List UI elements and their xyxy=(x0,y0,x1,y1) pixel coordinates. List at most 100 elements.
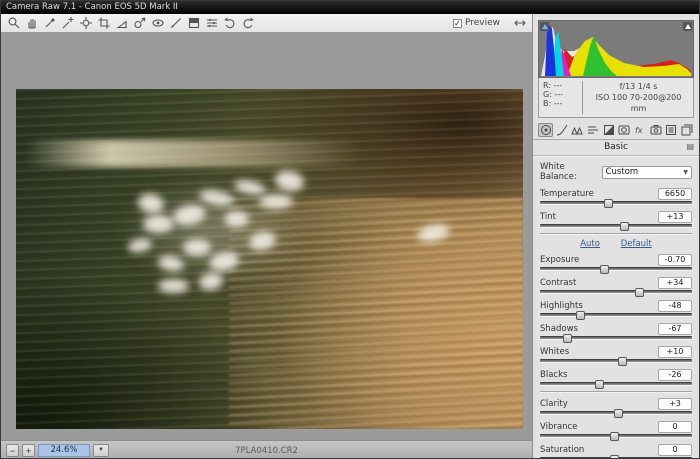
tab-snapshots[interactable] xyxy=(679,123,694,137)
clarity-value[interactable]: +3 xyxy=(658,398,692,410)
window-title: Camera Raw 7.1 - Canon EOS 5D Mark II xyxy=(6,2,178,12)
whites-value[interactable]: +10 xyxy=(658,346,692,358)
chevron-down-icon: ▼ xyxy=(683,169,688,176)
vibrance-label: Vibrance xyxy=(540,422,577,432)
tint-slider-thumb[interactable] xyxy=(620,222,629,231)
saturation-value[interactable]: 0 xyxy=(658,444,692,456)
zoom-level-dropdown-button[interactable]: ▼ xyxy=(93,444,109,457)
fullscreen-toggle-icon[interactable] xyxy=(511,16,528,31)
tab-detail[interactable] xyxy=(569,123,584,137)
photo-preview[interactable] xyxy=(16,89,523,429)
vibrance-slider[interactable] xyxy=(540,434,692,438)
slider-exposure: Exposure -0.70 xyxy=(540,253,692,271)
zoom-level-select[interactable]: 24.6% xyxy=(38,444,90,457)
shadows-slider-thumb[interactable] xyxy=(563,334,572,343)
shadow-clipping-indicator[interactable] xyxy=(540,22,549,31)
white-balance-value: Custom xyxy=(606,167,639,177)
temperature-label: Temperature xyxy=(540,189,594,199)
tab-camera-calibration[interactable] xyxy=(648,123,663,137)
crop-tool-icon[interactable] xyxy=(95,16,112,31)
clarity-slider-thumb[interactable] xyxy=(614,409,623,418)
rgb-b-readout: B: --- xyxy=(543,99,577,108)
section-divider xyxy=(540,233,692,234)
slider-whites: Whites +10 xyxy=(540,345,692,363)
auto-link[interactable]: Auto xyxy=(580,239,600,249)
default-link[interactable]: Default xyxy=(621,239,652,249)
blacks-value[interactable]: -26 xyxy=(658,369,692,381)
slider-temperature: Temperature 6650 xyxy=(540,187,692,205)
whites-label: Whites xyxy=(540,347,569,357)
temperature-value[interactable]: 6650 xyxy=(658,188,692,200)
preview-area: ✓ Preview 7PLA0410.CR2 − + 24.6% xyxy=(1,14,533,459)
tint-slider[interactable] xyxy=(540,224,692,228)
zoom-out-button[interactable]: − xyxy=(6,444,19,457)
highlight-clipping-indicator[interactable] xyxy=(683,22,692,31)
rotate-right-tool-icon[interactable] xyxy=(239,16,256,31)
clarity-slider[interactable] xyxy=(540,411,692,415)
vibrance-slider-thumb[interactable] xyxy=(610,432,619,441)
contrast-value[interactable]: +34 xyxy=(658,277,692,289)
shadows-label: Shadows xyxy=(540,324,578,334)
tint-label: Tint xyxy=(540,212,556,222)
exposure-slider[interactable] xyxy=(540,267,692,271)
clarity-label: Clarity xyxy=(540,399,568,409)
rgb-r-readout: R: --- xyxy=(543,81,577,90)
highlights-value[interactable]: -48 xyxy=(658,300,692,312)
tab-basic[interactable] xyxy=(538,123,553,137)
exposure-slider-thumb[interactable] xyxy=(600,265,609,274)
saturation-label: Saturation xyxy=(540,445,584,455)
vibrance-value[interactable]: 0 xyxy=(658,421,692,433)
temperature-slider-thumb[interactable] xyxy=(604,199,613,208)
exposure-label: Exposure xyxy=(540,255,579,265)
image-canvas[interactable] xyxy=(1,33,532,440)
whites-slider-thumb[interactable] xyxy=(618,357,627,366)
exif-iso-lens: ISO 100 70-200@200 mm xyxy=(588,92,689,114)
tab-split-toning[interactable] xyxy=(601,123,616,137)
adjustment-panel: R: --- G: --- B: --- f/13 1/4 s ISO 100 … xyxy=(533,14,699,459)
preview-toggle[interactable]: ✓ Preview xyxy=(453,18,500,28)
light-streak xyxy=(26,140,361,167)
shadows-value[interactable]: -67 xyxy=(658,323,692,335)
temperature-slider[interactable] xyxy=(540,201,692,205)
exposure-value[interactable]: -0.70 xyxy=(658,254,692,266)
zoom-tool-icon[interactable] xyxy=(5,16,22,31)
adjustment-brush-tool-icon[interactable] xyxy=(167,16,184,31)
white-balance-tool-icon[interactable] xyxy=(41,16,58,31)
slider-blacks: Blacks-26 xyxy=(540,368,692,386)
shadows-slider[interactable] xyxy=(540,336,692,340)
blacks-slider[interactable] xyxy=(540,382,692,386)
hand-tool-icon[interactable] xyxy=(23,16,40,31)
exif-divider xyxy=(582,81,583,114)
rotate-left-tool-icon[interactable] xyxy=(221,16,238,31)
section-divider xyxy=(540,391,692,392)
contrast-slider[interactable] xyxy=(540,290,692,294)
white-balance-select[interactable]: Custom ▼ xyxy=(602,166,692,179)
tab-lens-corrections[interactable] xyxy=(616,123,631,137)
histogram[interactable] xyxy=(538,20,694,78)
blacks-slider-thumb[interactable] xyxy=(595,380,604,389)
tab-tone-curve[interactable] xyxy=(554,123,569,137)
straighten-tool-icon[interactable] xyxy=(113,16,130,31)
color-sampler-tool-icon[interactable] xyxy=(59,16,76,31)
panel-menu-icon[interactable]: ▤ xyxy=(686,142,694,151)
exif-aperture-shutter: f/13 1/4 s xyxy=(588,81,689,92)
highlights-slider-thumb[interactable] xyxy=(576,311,585,320)
tab-effects[interactable]: fx xyxy=(632,123,647,137)
whites-slider[interactable] xyxy=(540,359,692,363)
tint-value[interactable]: +13 xyxy=(658,211,692,223)
preferences-tool-icon[interactable] xyxy=(203,16,220,31)
red-eye-removal-tool-icon[interactable] xyxy=(149,16,166,31)
svg-text:fx: fx xyxy=(635,126,643,135)
zoom-in-button[interactable]: + xyxy=(22,444,35,457)
contrast-label: Contrast xyxy=(540,278,576,288)
preview-checkbox[interactable]: ✓ xyxy=(453,19,462,28)
saturation-slider-thumb[interactable] xyxy=(610,455,619,459)
highlights-slider[interactable] xyxy=(540,313,692,317)
tab-hsl-grayscale[interactable] xyxy=(585,123,600,137)
spot-removal-tool-icon[interactable] xyxy=(131,16,148,31)
tab-presets[interactable] xyxy=(663,123,678,137)
panel-tabs: fx xyxy=(533,120,699,140)
contrast-slider-thumb[interactable] xyxy=(635,288,644,297)
targeted-adjustment-tool-icon[interactable] xyxy=(77,16,94,31)
graduated-filter-tool-icon[interactable] xyxy=(185,16,202,31)
